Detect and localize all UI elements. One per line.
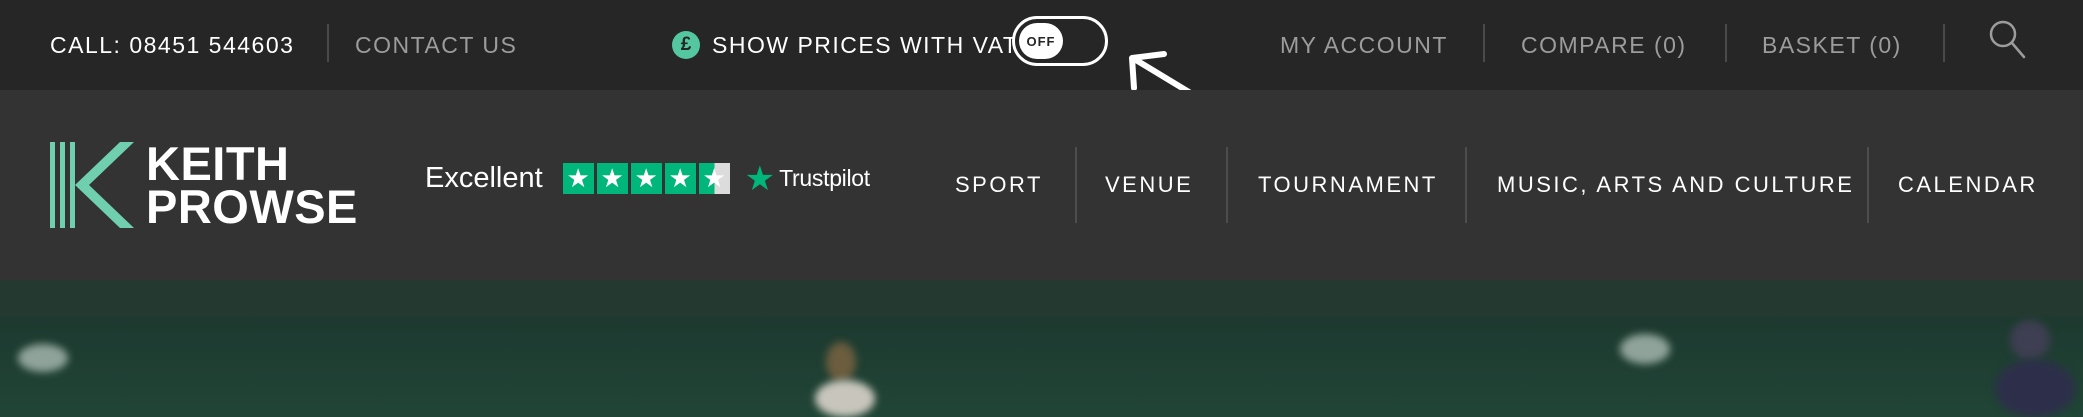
trustpilot-widget[interactable]: Excellent ★ ★ ★ ★ ★ ★ Trustpilot	[425, 159, 870, 198]
topbar-divider	[1725, 24, 1727, 62]
nav-music-arts-culture[interactable]: MUSIC, ARTS AND CULTURE	[1497, 90, 1854, 280]
search-icon[interactable]	[1987, 18, 2027, 62]
vat-toggle-switch[interactable]: OFF	[1012, 16, 1108, 66]
kp-logo-mark-icon	[50, 142, 134, 228]
my-account-link[interactable]: MY ACCOUNT	[1280, 0, 1448, 90]
logo-line-1: KEITH	[146, 137, 290, 190]
hero-blur	[18, 344, 68, 372]
vat-toggle-label: £ SHOW PRICES WITH VAT i	[672, 0, 1050, 90]
nav-divider	[1867, 147, 1869, 223]
hero-blur	[815, 380, 875, 417]
hero-image	[0, 280, 2083, 417]
nav-venue[interactable]: VENUE	[1105, 90, 1193, 280]
topbar-divider	[327, 24, 329, 62]
star-icon: ★	[596, 163, 628, 194]
logo-line-2: PROWSE	[146, 180, 358, 233]
hero-stand-strip	[0, 280, 2083, 316]
nav-divider	[1465, 147, 1467, 223]
keith-prowse-logo[interactable]: KEITH PROWSE	[50, 137, 358, 233]
compare-link[interactable]: COMPARE (0)	[1521, 0, 1687, 90]
topbar-divider	[1943, 24, 1945, 62]
nav-divider	[1075, 147, 1077, 223]
hero-blur	[1620, 334, 1670, 364]
pound-icon: £	[672, 31, 700, 59]
vat-label-text: SHOW PRICES WITH VAT	[712, 31, 1019, 58]
nav-sport[interactable]: SPORT	[955, 90, 1043, 280]
nav-divider	[1226, 147, 1228, 223]
main-header: KEITH PROWSE Excellent ★ ★ ★ ★ ★ ★ Trust…	[0, 90, 2083, 280]
contact-us-link[interactable]: CONTACT US	[355, 0, 517, 90]
half-star-icon: ★	[698, 163, 730, 194]
star-icon: ★	[664, 163, 696, 194]
hero-blur	[1995, 360, 2075, 417]
hero-blur	[2010, 320, 2050, 360]
toggle-knob: OFF	[1019, 23, 1063, 59]
basket-link[interactable]: BASKET (0)	[1762, 0, 1902, 90]
topbar-divider	[1483, 24, 1485, 62]
trustpilot-rating-word: Excellent	[425, 162, 543, 194]
hero-blur	[826, 342, 856, 382]
star-icon: ★	[562, 163, 594, 194]
nav-tournament[interactable]: TOURNAMENT	[1258, 90, 1438, 280]
call-phone-number[interactable]: CALL: 08451 544603	[50, 0, 294, 90]
trustpilot-stars: ★ ★ ★ ★ ★	[562, 163, 733, 194]
logo-wordmark: KEITH PROWSE	[146, 137, 358, 233]
trustpilot-star-icon: ★	[744, 159, 776, 198]
star-icon: ★	[630, 163, 662, 194]
utility-bar: CALL: 08451 544603 CONTACT US £ SHOW PRI…	[0, 0, 2083, 90]
trustpilot-name: Trustpilot	[779, 165, 870, 191]
nav-calendar[interactable]: CALENDAR	[1898, 90, 2038, 280]
